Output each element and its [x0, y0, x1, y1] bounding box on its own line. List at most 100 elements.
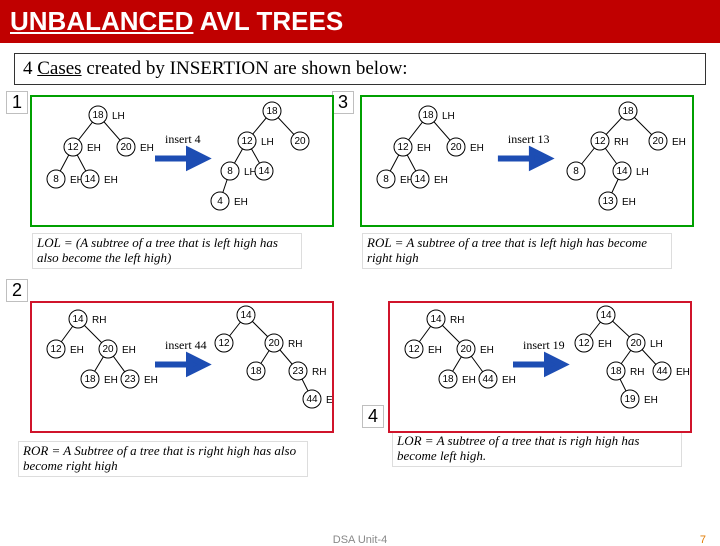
svg-text:12: 12: [594, 136, 606, 147]
svg-text:12: 12: [241, 136, 253, 147]
svg-text:4: 4: [217, 196, 223, 207]
svg-text:14: 14: [240, 310, 252, 321]
footer-label: DSA Unit-4: [0, 534, 720, 546]
svg-text:20: 20: [630, 338, 642, 349]
svg-text:EH: EH: [462, 375, 476, 386]
title-bar: UNBALANCED AVL TREES: [0, 0, 720, 43]
content-area: 1 3 2 4 LOL = (A subtree of a tree that …: [0, 91, 720, 531]
svg-text:LH: LH: [112, 111, 125, 122]
subtitle-prefix: 4: [23, 58, 37, 79]
svg-text:EH: EH: [234, 197, 248, 208]
svg-text:18: 18: [84, 374, 96, 385]
svg-text:19: 19: [624, 394, 636, 405]
svg-text:insert 4: insert 4: [165, 132, 201, 146]
svg-text:EH: EH: [428, 345, 442, 356]
svg-text:20: 20: [102, 344, 114, 355]
svg-text:EH: EH: [144, 375, 158, 386]
svg-text:EH: EH: [622, 197, 636, 208]
svg-text:14: 14: [616, 166, 628, 177]
svg-text:RH: RH: [312, 367, 326, 378]
svg-text:14: 14: [414, 174, 426, 185]
svg-text:EH: EH: [87, 143, 101, 154]
subtitle-cases: Cases: [37, 58, 81, 79]
svg-text:EH: EH: [644, 395, 658, 406]
svg-text:20: 20: [294, 136, 306, 147]
svg-text:LH: LH: [650, 339, 663, 350]
diagram-case2: 14 RH 12 EH 20 EH 18 EH 23 EH insert 44 14 12 20 RH 18 2…: [30, 301, 334, 433]
svg-text:14: 14: [258, 166, 270, 177]
svg-text:RH: RH: [450, 315, 464, 326]
svg-text:insert 44: insert 44: [165, 338, 207, 352]
caption-lol: LOL = (A subtree of a tree that is left …: [32, 233, 302, 269]
title-underlined: UNBALANCED: [10, 6, 193, 36]
svg-text:insert 13: insert 13: [508, 132, 550, 146]
subtitle: 4 Cases created by INSERTION are shown b…: [14, 53, 706, 85]
svg-text:EH: EH: [326, 395, 332, 406]
svg-text:12: 12: [218, 338, 230, 349]
svg-text:LH: LH: [442, 111, 455, 122]
svg-text:14: 14: [600, 310, 612, 321]
svg-text:EH: EH: [70, 345, 84, 356]
svg-text:20: 20: [120, 142, 132, 153]
svg-text:EH: EH: [502, 375, 516, 386]
caption-rol: ROL = A subtree of a tree that is left h…: [362, 233, 672, 269]
svg-text:EH: EH: [598, 339, 612, 350]
diagram-case4: 14RH12EH20EH18EH44EHinsert 191412EH20LH1…: [388, 301, 692, 433]
svg-text:20: 20: [652, 136, 664, 147]
case3-label: 3: [332, 91, 354, 114]
svg-text:20: 20: [460, 344, 472, 355]
svg-text:18: 18: [92, 110, 104, 121]
svg-text:20: 20: [268, 338, 280, 349]
svg-text:14: 14: [84, 174, 96, 185]
svg-text:EH: EH: [140, 143, 154, 154]
svg-text:EH: EH: [434, 175, 448, 186]
svg-text:18: 18: [442, 374, 454, 385]
svg-text:8: 8: [227, 166, 233, 177]
svg-text:EH: EH: [417, 143, 431, 154]
svg-text:LH: LH: [636, 167, 649, 178]
case2-label: 2: [6, 279, 28, 302]
svg-text:12: 12: [578, 338, 590, 349]
svg-text:EH: EH: [676, 367, 690, 378]
svg-text:23: 23: [292, 366, 304, 377]
svg-text:18: 18: [266, 106, 278, 117]
svg-text:12: 12: [397, 142, 409, 153]
caption-ror: ROR = A Subtree of a tree that is right …: [18, 441, 308, 477]
caption-lor: LOR = A subtree of a tree that is righ h…: [392, 431, 682, 467]
diagram-case3: 18LH12EH20EH8EH14EHinsert 131812RH20EH81…: [360, 95, 694, 227]
subtitle-suffix: created by INSERTION are shown below:: [82, 58, 408, 79]
svg-text:EH: EH: [104, 375, 118, 386]
svg-text:RH: RH: [630, 367, 644, 378]
svg-text:18: 18: [610, 366, 622, 377]
svg-text:8: 8: [573, 166, 579, 177]
svg-text:44: 44: [656, 366, 668, 377]
page-number: 7: [700, 534, 706, 546]
svg-text:8: 8: [53, 174, 59, 185]
svg-text:18: 18: [250, 366, 262, 377]
svg-text:18: 18: [422, 110, 434, 121]
svg-text:EH: EH: [470, 143, 484, 154]
svg-text:12: 12: [67, 142, 79, 153]
diagram-case1: 18LH12EH20EH8EH14EHinsert 41812LH208LH14…: [30, 95, 334, 227]
case1-label: 1: [6, 91, 28, 114]
svg-text:RH: RH: [288, 339, 302, 350]
svg-text:44: 44: [306, 394, 318, 405]
svg-text:8: 8: [383, 174, 389, 185]
title-rest: AVL TREES: [193, 6, 343, 36]
svg-text:EH: EH: [104, 175, 118, 186]
svg-text:14: 14: [430, 314, 442, 325]
svg-text:EH: EH: [480, 345, 494, 356]
svg-text:23: 23: [124, 374, 136, 385]
svg-text:18: 18: [622, 106, 634, 117]
svg-text:12: 12: [408, 344, 420, 355]
svg-text:12: 12: [50, 344, 62, 355]
svg-text:13: 13: [602, 196, 614, 207]
svg-text:20: 20: [450, 142, 462, 153]
case4-label: 4: [362, 405, 384, 428]
svg-text:RH: RH: [92, 315, 106, 326]
svg-text:14: 14: [72, 314, 84, 325]
svg-text:EH: EH: [122, 345, 136, 356]
svg-text:44: 44: [482, 374, 494, 385]
svg-text:EH: EH: [672, 137, 686, 148]
svg-text:LH: LH: [261, 137, 274, 148]
